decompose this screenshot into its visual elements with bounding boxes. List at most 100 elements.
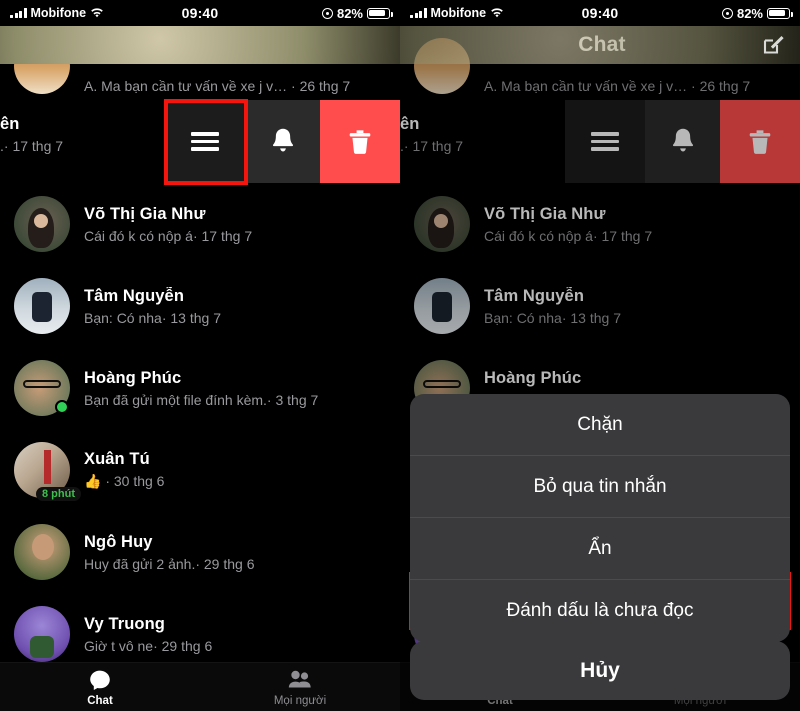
list-item-name: Võ Thị Gia Như <box>484 204 606 223</box>
list-item-meta: Vy Truong Giờ t vô ne· 29 thg 6 <box>84 615 386 654</box>
status-right: 82% <box>668 6 800 21</box>
swipe-mute-button[interactable] <box>245 100 320 183</box>
profile-avatar[interactable] <box>400 26 800 64</box>
profile-avatar[interactable] <box>0 26 400 64</box>
swipe-action-row[interactable] <box>0 100 400 183</box>
tab-chat-label: Chat <box>87 694 113 707</box>
list-item-name: Ngô Huy <box>84 532 153 551</box>
list-item-meta: Xuân Tú 👍 · 30 thg 6 <box>84 450 386 490</box>
list-item-name: Võ Thị Gia Như <box>84 204 206 223</box>
clock-label: 09:40 <box>581 5 619 21</box>
list-item-meta: Tâm Nguyễn Bạn: Có nha· 13 thg 7 <box>84 287 386 326</box>
swipe-more-button[interactable] <box>565 100 645 183</box>
list-item-snippet: Bạn đã gửi một file đính kèm.· 3 thg 7 <box>84 391 319 408</box>
wifi-icon <box>491 7 503 17</box>
battery-percent-label: 82% <box>736 5 763 21</box>
status-right: 82% <box>268 6 400 21</box>
list-item-meta: Tâm Nguyễn Bạn: Có nha· 13 thg 7 <box>484 287 786 326</box>
avatar[interactable] <box>14 196 70 252</box>
list-item-snippet: A. Ma bạn cần tư vấn về xe j v… · 26 thg… <box>484 78 751 94</box>
tab-chat[interactable]: Chat <box>0 668 200 707</box>
list-item-snippet: A. Ma bạn cần tư vấn về xe j v… · 26 thg… <box>84 78 351 94</box>
swipe-delete-button[interactable] <box>720 100 800 183</box>
action-sheet-item-mark-unread[interactable]: Đánh dấu là chưa đọc <box>410 580 790 642</box>
nav-bar-left: Chat <box>0 26 400 64</box>
status-bar-left: Mobifone 09:40 82% <box>0 0 400 26</box>
list-item[interactable]: Tâm Nguyễn Bạn: Có nha· 13 thg 7 <box>400 265 800 347</box>
clock-label: 09:40 <box>181 5 219 21</box>
list-item-snippet: Cái đó k có nộp á· 17 thg 7 <box>84 227 253 244</box>
compose-icon[interactable] <box>760 32 786 58</box>
battery-icon <box>367 7 393 19</box>
swipe-mute-button[interactable] <box>645 100 720 183</box>
hamburger-menu-icon <box>191 128 219 156</box>
swipe-delete-button[interactable] <box>320 100 400 183</box>
list-item-meta: Ngô Huy Huy đã gửi 2 ảnh.· 29 thg 6 <box>84 533 386 572</box>
battery-icon <box>767 7 793 19</box>
status-left: Mobifone <box>400 6 532 20</box>
list-item-name: Tâm Nguyễn <box>84 286 185 305</box>
list-item-snippet: Giờ t vô ne· 29 thg 6 <box>84 637 213 654</box>
avatar[interactable] <box>14 278 70 334</box>
avatar[interactable] <box>14 360 70 416</box>
avatar[interactable] <box>14 524 70 580</box>
list-item-meta: A. Ma bạn cần tư vấn về xe j v… · 26 thg… <box>484 74 786 94</box>
avatar[interactable] <box>14 606 70 662</box>
phone-screen-left: Mobifone 09:40 82% Chat <box>0 0 400 711</box>
bell-icon <box>672 128 693 151</box>
list-item-meta: Hoàng Phúc Bạn đã gửi một file đính kèm.… <box>84 369 386 408</box>
trash-icon <box>349 129 371 154</box>
tab-bar-left[interactable]: Chat Mọi người <box>0 662 400 711</box>
list-item-meta: Võ Thị Gia Như Cái đó k có nộp á· 17 thg… <box>84 205 386 244</box>
list-item-snippet: Bạn: Có nha· 13 thg 7 <box>484 309 621 326</box>
list-item-name: Xuân Tú <box>84 450 150 468</box>
online-status-dot <box>55 400 69 414</box>
list-item[interactable]: 8 phút Xuân Tú 👍 · 30 thg 6 <box>0 429 400 511</box>
location-icon <box>321 7 333 19</box>
list-item-name: Tâm Nguyễn <box>484 286 585 305</box>
list-item-meta: A. Ma bạn cần tư vấn về xe j v… · 26 thg… <box>84 74 386 94</box>
list-item[interactable]: Hoàng Phúc Bạn đã gửi một file đính kèm.… <box>0 347 400 429</box>
list-item[interactable]: Tâm Nguyễn Bạn: Có nha· 13 thg 7 <box>0 265 400 347</box>
trash-icon <box>749 129 771 154</box>
action-sheet-item-block[interactable]: Chặn <box>410 394 790 456</box>
status-left: Mobifone <box>0 6 132 20</box>
list-item-snippet: Huy đã gửi 2 ảnh.· 29 thg 6 <box>84 555 255 572</box>
avatar[interactable] <box>414 196 470 252</box>
swipe-action-row[interactable] <box>400 100 800 183</box>
action-sheet-cancel-button[interactable]: Hủy <box>410 641 790 700</box>
carrier-label: Mobifone <box>30 6 87 20</box>
status-badge: 8 phút <box>36 487 81 501</box>
tab-people-label: Mọi người <box>273 694 327 707</box>
battery-percent-label: 82% <box>336 5 363 21</box>
nav-bar-right: Chat <box>400 26 800 64</box>
bell-icon <box>272 128 293 151</box>
list-item[interactable]: Võ Thị Gia Như Cái đó k có nộp á· 17 thg… <box>400 183 800 265</box>
hamburger-menu-icon <box>591 128 619 156</box>
list-item-snippet: Bạn: Có nha· 13 thg 7 <box>84 309 221 326</box>
avatar[interactable]: 8 phút <box>14 442 81 501</box>
people-icon <box>288 670 311 687</box>
status-bar-right: Mobifone 09:40 82% <box>400 0 800 26</box>
signal-bars-icon <box>10 8 27 18</box>
chat-bubble-icon <box>90 670 110 690</box>
swipe-more-button[interactable] <box>165 100 245 183</box>
conversation-list-left[interactable]: A. Ma bạn cần tư vấn về xe j v… · 26 thg… <box>0 38 400 711</box>
action-sheet[interactable]: Chặn Bỏ qua tin nhắn Ẩn Đánh dấu là chưa… <box>410 394 790 642</box>
avatar[interactable] <box>414 278 470 334</box>
tab-people[interactable]: Mọi người <box>200 668 400 707</box>
list-item-name: Vy Truong <box>84 614 165 633</box>
list-item[interactable]: Ngô Huy Huy đã gửi 2 ảnh.· 29 thg 6 <box>0 511 400 593</box>
list-item-snippet: Cái đó k có nộp á· 17 thg 7 <box>484 227 653 244</box>
screenshot-stage: Mobifone 09:40 82% Chat <box>0 0 800 711</box>
location-icon <box>721 7 733 19</box>
list-item-name: Hoàng Phúc <box>484 368 582 387</box>
phone-screen-right: Mobifone 09:40 82% Chat <box>400 0 800 711</box>
list-item-meta: Võ Thị Gia Như Cái đó k có nộp á· 17 thg… <box>484 205 786 244</box>
list-item-snippet: 👍 · 30 thg 6 <box>84 473 165 489</box>
action-sheet-item-ignore-messages[interactable]: Bỏ qua tin nhắn <box>410 456 790 518</box>
wifi-icon <box>91 7 103 17</box>
action-sheet-item-hide[interactable]: Ẩn <box>410 518 790 580</box>
list-item[interactable]: Võ Thị Gia Như Cái đó k có nộp á· 17 thg… <box>0 183 400 265</box>
carrier-label: Mobifone <box>430 6 487 20</box>
